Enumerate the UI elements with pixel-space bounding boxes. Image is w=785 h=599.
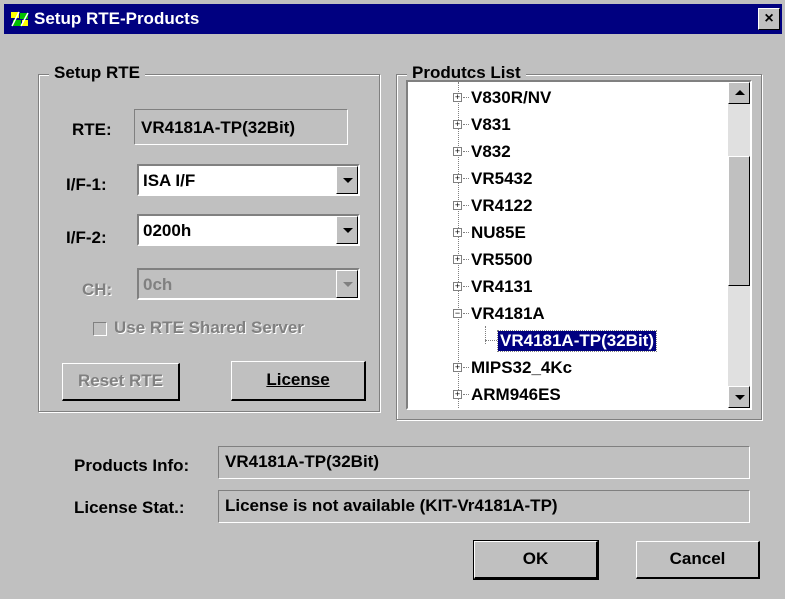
- tree-root-line: [458, 82, 459, 408]
- tree-connector: [463, 259, 469, 260]
- expand-icon[interactable]: +: [453, 93, 462, 102]
- tree-connector: [463, 205, 469, 206]
- tree-connector: [463, 286, 469, 287]
- tree-connector: [463, 124, 469, 125]
- expand-icon[interactable]: +: [453, 255, 462, 264]
- scroll-thumb[interactable]: [728, 156, 750, 286]
- ch-label: CH:: [82, 280, 113, 299]
- tree-item-label: VR4131: [471, 277, 533, 296]
- tree-item-label: VR4122: [471, 196, 533, 215]
- if1-dropdown-button[interactable]: [336, 166, 358, 194]
- title-bar[interactable]: Setup RTE-Products ×: [4, 4, 782, 34]
- tree-connector: [463, 367, 469, 368]
- expand-icon[interactable]: +: [453, 120, 462, 129]
- expand-icon[interactable]: +: [453, 282, 462, 291]
- expand-icon[interactable]: +: [453, 363, 462, 372]
- expand-icon[interactable]: +: [453, 228, 462, 237]
- ch-value: 0ch: [143, 275, 173, 294]
- tree-item-label: V832: [471, 142, 511, 161]
- tree-item-label: NU85E: [471, 223, 526, 242]
- arrow-up-icon: [735, 90, 745, 95]
- tree-item-label: VR5500: [471, 250, 533, 269]
- license-stat-value: License is not available (KIT-Vr4181A-TP…: [218, 490, 750, 523]
- tree-item-label: V831: [471, 115, 511, 134]
- tree-item-label: V830R/NV: [471, 88, 552, 107]
- expand-icon[interactable]: +: [453, 174, 462, 183]
- scroll-down-button[interactable]: [728, 386, 750, 408]
- tree-item-label: ARM946ES: [471, 385, 561, 404]
- app-icon: [11, 11, 29, 27]
- reset-rte-button[interactable]: Reset RTE: [62, 363, 180, 401]
- products-info-label: Products Info:: [74, 456, 190, 475]
- chevron-down-icon: [343, 178, 353, 183]
- chevron-down-icon: [343, 282, 353, 287]
- tree-scrollbar[interactable]: [728, 82, 750, 408]
- setup-rte-legend: Setup RTE: [49, 63, 145, 83]
- if2-dropdown-button[interactable]: [336, 216, 358, 244]
- expand-icon[interactable]: +: [453, 390, 462, 399]
- tree-connector: [463, 97, 469, 98]
- products-tree[interactable]: + V830R/NV + V831 + V832 + VR5432 + VR4122 + NU85E +…: [406, 80, 752, 410]
- rte-label: RTE:: [72, 120, 112, 139]
- collapse-icon[interactable]: −: [453, 309, 462, 318]
- window-title: Setup RTE-Products: [34, 9, 200, 28]
- expand-icon[interactable]: +: [453, 201, 462, 210]
- tree-connector: [463, 178, 469, 179]
- if1-value: ISA I/F: [143, 171, 196, 190]
- tree-item-label: VR5432: [471, 169, 533, 188]
- license-button-label: License: [266, 370, 330, 389]
- if1-select[interactable]: ISA I/F: [137, 164, 360, 196]
- tree-connector: [485, 340, 497, 341]
- tree-item-label: MIPS32_4Kc: [471, 358, 573, 377]
- if2-label: I/F-2:: [66, 228, 107, 247]
- shared-server-checkbox[interactable]: [93, 322, 107, 336]
- shared-server-label: Use RTE Shared Server: [114, 318, 304, 337]
- expand-icon[interactable]: +: [453, 147, 462, 156]
- ch-dropdown-button[interactable]: [336, 270, 358, 298]
- license-button[interactable]: License: [231, 361, 366, 401]
- license-stat-label: License Stat.:: [74, 498, 185, 517]
- scroll-up-button[interactable]: [728, 82, 750, 104]
- if2-value: 0200h: [143, 221, 192, 240]
- ch-select[interactable]: 0ch: [137, 268, 360, 300]
- rte-value: VR4181A-TP(32Bit): [134, 109, 348, 145]
- if2-select[interactable]: 0200h: [137, 214, 360, 246]
- tree-item-label: VR4181A-TP(32Bit): [497, 330, 657, 352]
- close-button[interactable]: ×: [758, 8, 780, 30]
- tree-item-label: VR4181A: [471, 304, 545, 323]
- tree-connector: [463, 313, 469, 314]
- tree-connector: [463, 394, 469, 395]
- tree-child-line: [485, 326, 486, 344]
- tree-connector: [463, 232, 469, 233]
- setup-rte-products-dialog: Setup RTE-Products × Setup RTE RTE: VR41…: [0, 0, 785, 599]
- tree-connector: [463, 151, 469, 152]
- products-info-value: VR4181A-TP(32Bit): [218, 446, 750, 479]
- arrow-down-icon: [735, 395, 745, 400]
- close-icon: ×: [764, 10, 774, 27]
- cancel-button[interactable]: Cancel: [636, 541, 760, 579]
- if1-label: I/F-1:: [66, 175, 107, 194]
- ok-button[interactable]: OK: [473, 540, 599, 580]
- chevron-down-icon: [343, 228, 353, 233]
